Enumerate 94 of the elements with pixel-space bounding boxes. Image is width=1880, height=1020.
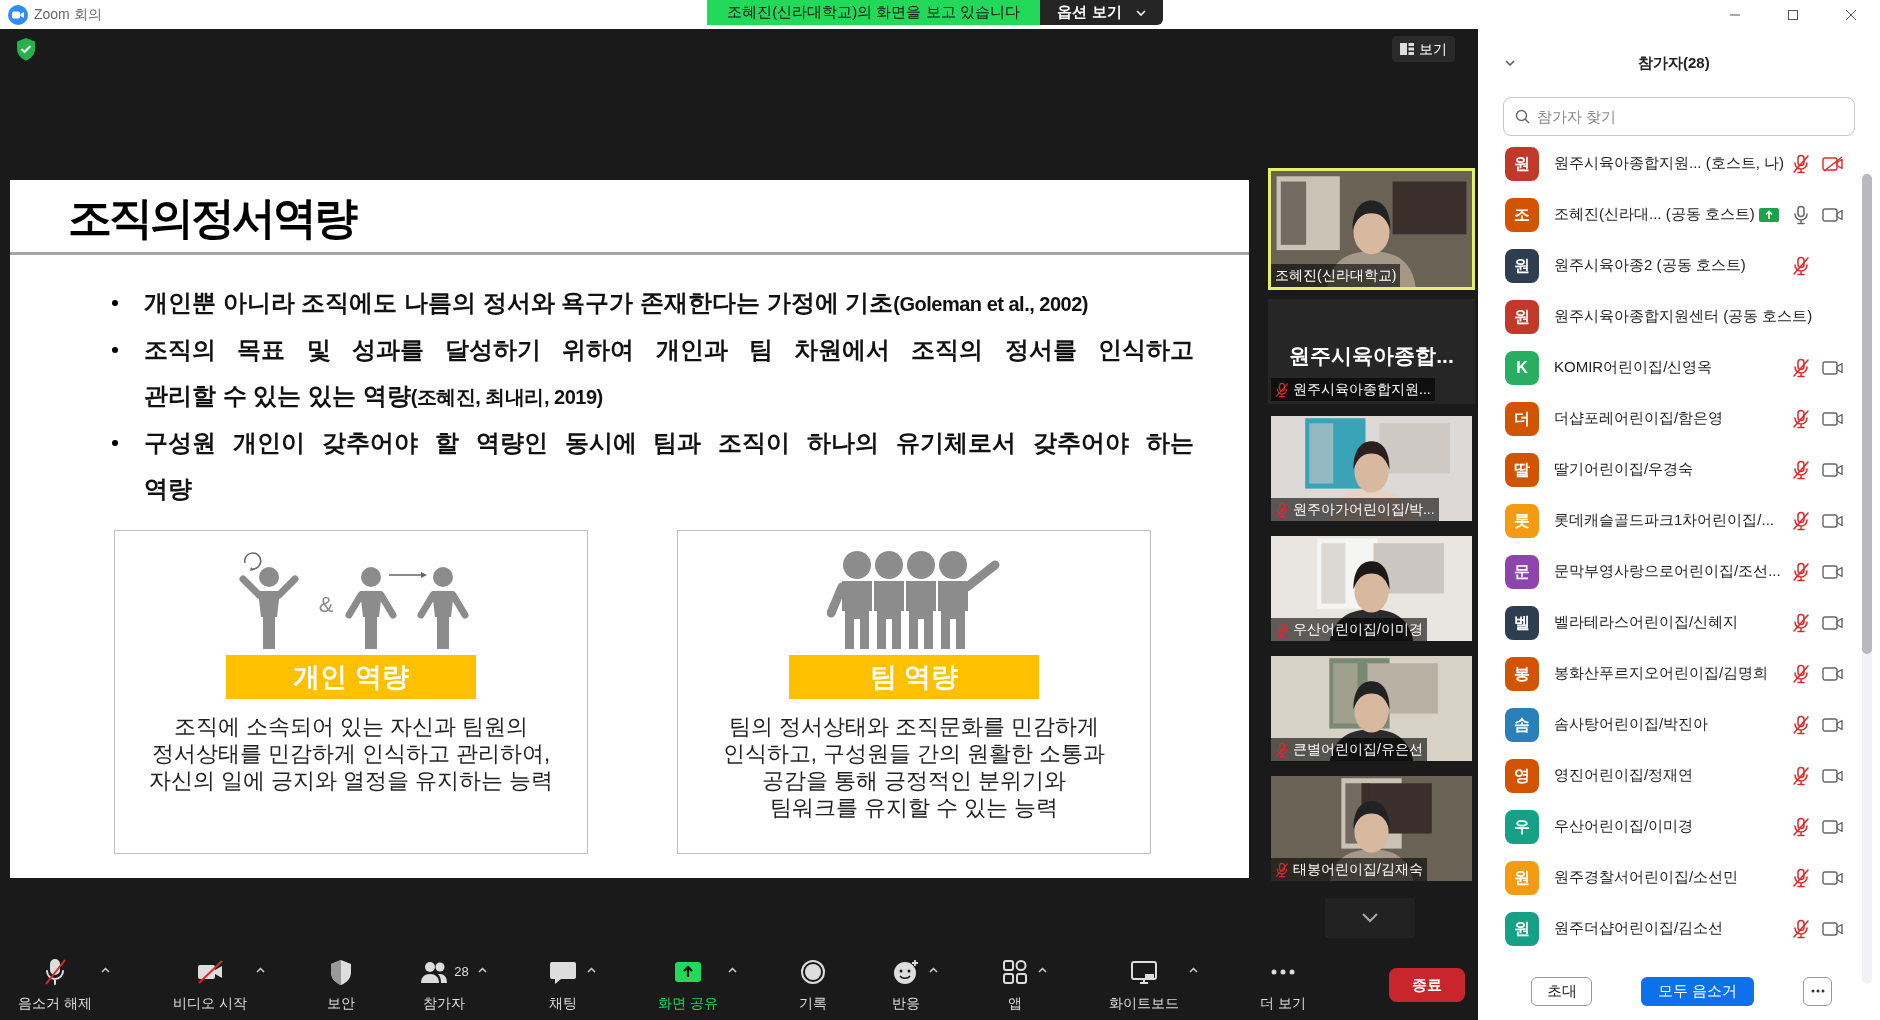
participant-name: 원주더샵어린이집/김소선 — [1554, 918, 1724, 939]
participant-name: 더샵포레어린이집/함은영 — [1554, 408, 1724, 429]
apps-icon — [1000, 957, 1029, 986]
toolbar-button[interactable]: 28 참가자 — [414, 956, 475, 1014]
competency-description: 팀의 정서상태와 조직문화를 민감하게 인식하고, 구성원들 간의 원활한 소통과 공감을 통해 긍정적인 분위기와 팀워크를 유지할 수 있는 능력 — [722, 713, 1106, 821]
record-icon — [798, 957, 827, 986]
ampersand: & — [318, 591, 334, 619]
toolbar-button[interactable]: 음소거 해제 — [12, 956, 98, 1014]
toolbar-button[interactable]: 보안 — [321, 956, 362, 1014]
zoom-logo-icon — [8, 4, 28, 25]
maximize-icon — [1787, 8, 1799, 21]
participant-avatar: 딸 — [1505, 452, 1539, 487]
more-icon — [1271, 968, 1296, 975]
caret-up-icon — [727, 966, 737, 973]
mute-all-button[interactable]: 모두 음소거 — [1641, 976, 1754, 1006]
toolbar-button[interactable]: 앱 — [994, 956, 1035, 1014]
participant-avatar: 벨 — [1505, 605, 1539, 640]
participant-avatar: 영 — [1505, 758, 1539, 793]
participant-name: 원주아가어린이집/박... — [1293, 500, 1435, 519]
more-button[interactable] — [1803, 976, 1832, 1006]
chevron-down-icon — [1362, 913, 1378, 923]
participant-name: 태봉어린이집/김재숙 — [1293, 860, 1423, 879]
participant-avatar: 솜 — [1505, 707, 1539, 742]
participant-name: 원주시육아종합지원... — [1293, 380, 1431, 399]
caret-up-icon — [929, 966, 939, 973]
end-button[interactable]: 종료 — [1389, 968, 1465, 1002]
competency-label: 개인 역량 — [226, 655, 476, 699]
participant-avatar: 더 — [1505, 401, 1539, 436]
participant-name: 우산어린이집/이미경 — [1293, 620, 1423, 639]
toolbar-button[interactable]: 반응 — [885, 956, 926, 1014]
search-field[interactable]: 참가자 찾기 — [1503, 97, 1855, 136]
competency-description: 조직에 소속되어 있는 자신과 팀원의 정서상태를 민감하게 인식하고 관리하여, 자신의 일에 긍지와 열정을 유지하는 능력 — [148, 713, 554, 794]
toolbar-button[interactable]: 채팅 — [543, 956, 584, 1014]
participant-name: 벨라테라스어린이집/신혜지 — [1554, 612, 1739, 633]
sharing-banner: 조혜진(신라대학교)의 화면을 보고 있습니다 — [707, 0, 1040, 25]
participant-name: 솜사탕어린이집/박진아 — [1554, 714, 1709, 735]
participant-avatar: K — [1505, 350, 1539, 385]
shield-check-icon — [15, 37, 37, 61]
participant-name: 원주시육아종합지원센터 (공동 호스트) — [1554, 306, 1813, 327]
participant-name: 조혜진(신라대... (공동 호스트) — [1554, 204, 1755, 225]
participant-avatar: 조 — [1505, 197, 1539, 232]
participant-name: 딸기어린이집/우경숙 — [1554, 459, 1694, 480]
bullet-text: 개인뿐 아니라 조직에도 나름의 정서와 욕구가 존재한다는 가정에 기초(Goleman et al., 2002) — [144, 288, 1089, 318]
scrollbar-thumb[interactable] — [1862, 174, 1872, 654]
caret-icon — [1135, 9, 1146, 16]
close-icon — [1845, 8, 1857, 21]
participant-name: 영진어린이집/정재연 — [1554, 765, 1694, 786]
search-icon — [1515, 109, 1530, 124]
participant-avatar: 우 — [1505, 809, 1539, 844]
caret-up-icon — [1188, 966, 1198, 973]
bullet-text: 조직의 목표 및 성과를 달성하기 위하여 개인과 팀 차원에서 조직의 정서를 인식하고 관리할 수 있는 있는 역량(조혜진, 최내리, 2019) — [144, 335, 1194, 411]
participant-name: 문막부영사랑으로어린이집/조선... — [1554, 561, 1781, 582]
window-title: Zoom 회의 — [34, 5, 102, 24]
caret-up-icon — [256, 966, 266, 973]
participant-name: 큰별어린이집/유은선 — [1293, 740, 1423, 759]
participant-avatar: 원 — [1505, 299, 1539, 334]
bullet-text: 구성원 개인이 갖추어야 할 역량인 동시에 팀과 조직이 하나의 유기체로서 갖추어야 하는 역량 — [144, 428, 1194, 504]
toolbar-button[interactable]: 화이트보드 — [1103, 956, 1186, 1014]
view-button[interactable]: 보기 — [1392, 36, 1455, 62]
toolbar-button[interactable]: 화면 공유 — [652, 956, 725, 1014]
toolbar-button[interactable]: 비디오 시작 — [166, 956, 253, 1014]
slide-title: 조직의정서역량 — [67, 192, 357, 244]
options-button[interactable]: 옵션 보기 — [1040, 0, 1163, 25]
participant-name: 롯데캐슬골드파크1차어린이집/... — [1554, 510, 1774, 531]
toolbar-button[interactable]: 기록 — [792, 956, 833, 1014]
invite-button[interactable]: 초대 — [1531, 976, 1592, 1006]
participant-name: 조혜진(신라대학교) — [1275, 266, 1397, 285]
caret-up-icon — [1038, 966, 1047, 973]
participant-avatar: 봉 — [1505, 656, 1539, 691]
participant-name: 우산어린이집/이미경 — [1554, 816, 1694, 837]
caret-up-icon — [478, 966, 488, 973]
participant-name: 원주경찰서어린이집/소선민 — [1554, 867, 1739, 888]
participant-avatar: 원 — [1505, 911, 1539, 946]
participant-avatar: 문 — [1505, 554, 1539, 589]
participant-avatar: 원 — [1505, 248, 1539, 283]
layout-icon — [1400, 43, 1414, 55]
participant-avatar: 롯 — [1505, 503, 1539, 538]
participant-name: 원주시육아종합지원... (호스트, 나) — [1554, 153, 1784, 174]
participant-name: 봉화산푸르지오어린이집/김명희 — [1554, 663, 1769, 684]
participant-name: KOMIR어린이집/신영옥 — [1554, 357, 1713, 378]
minimize-icon — [1729, 13, 1741, 16]
smiley-icon — [891, 957, 920, 986]
toolbar-button[interactable]: 더 보기 — [1254, 956, 1312, 1014]
participant-name: 원주시육아종2 (공동 호스트) — [1554, 255, 1746, 276]
more-icon — [1810, 989, 1825, 993]
participant-display-name: 원주시육아종합... — [1288, 343, 1455, 369]
video-off-icon — [195, 957, 224, 986]
participant-avatar: 원 — [1505, 860, 1539, 895]
caret-up-icon — [101, 966, 111, 973]
caret-up-icon — [586, 966, 596, 973]
chevron-down-icon — [1505, 60, 1515, 66]
competency-label: 팀 역량 — [789, 655, 1039, 699]
panel-title: 참가자(28) — [1638, 52, 1710, 73]
participant-avatar: 원 — [1505, 146, 1539, 181]
